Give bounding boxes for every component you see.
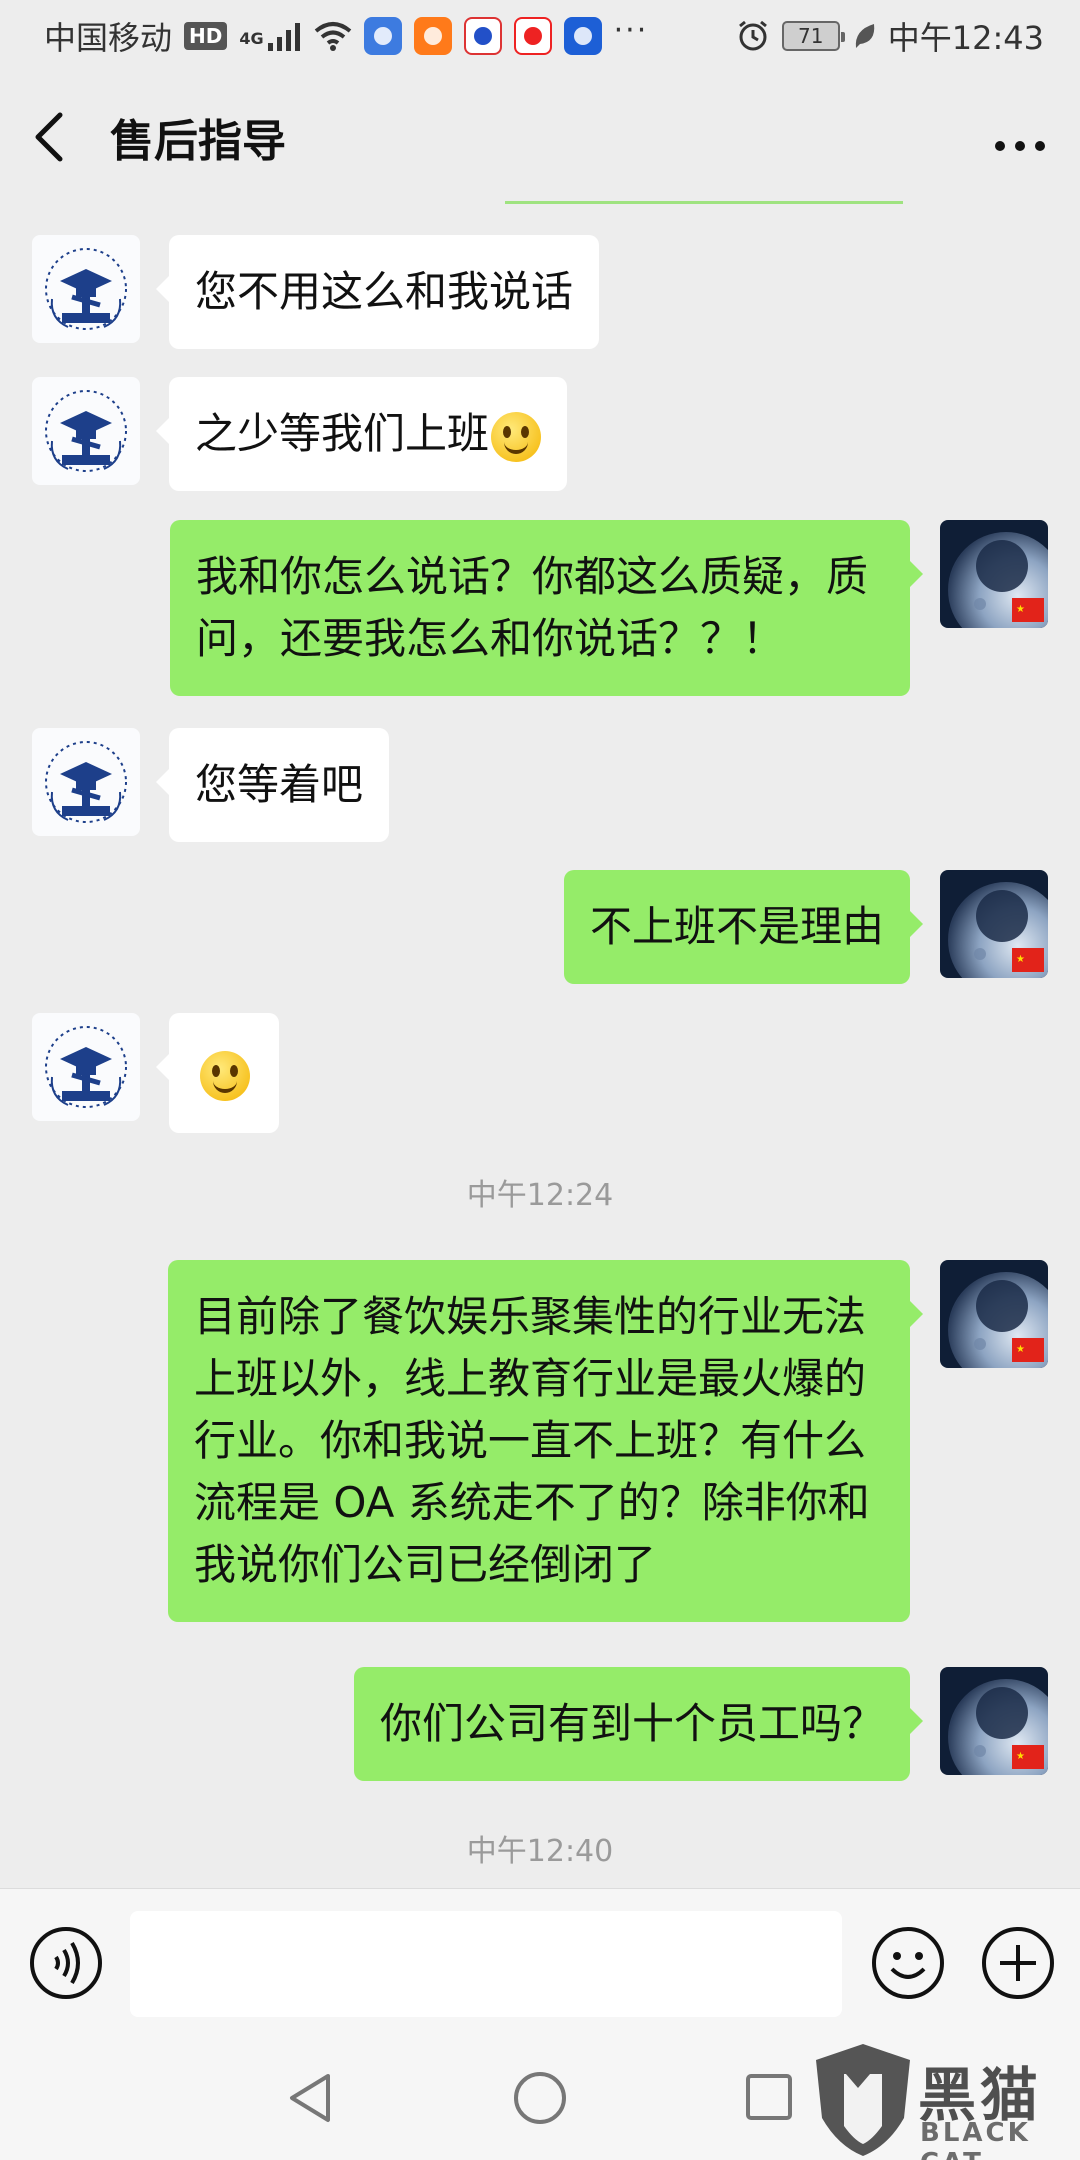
outgoing-message-bubble[interactable]: 我和你怎么说话？你都这么质疑，质问，还要我怎么和你说话？？！ (170, 520, 923, 696)
incoming-message-bubble[interactable] (156, 1013, 279, 1133)
baidu-notification-icon (463, 17, 502, 55)
message-text: 之少等我们上班 (195, 409, 490, 458)
merchant-avatar[interactable] (32, 728, 140, 836)
message-text: 您等着吧 (195, 760, 364, 809)
alarm-icon (738, 20, 767, 51)
watermark-en: BLACK CAT (920, 2118, 1031, 2160)
app-notification-icon-2 (413, 17, 452, 55)
battery-indicator: 71 (781, 21, 845, 51)
timestamp: 中午12:24 (466, 1178, 614, 1213)
app-notification-icon-1 (363, 17, 402, 55)
timestamp: 中午12:40 (466, 1834, 614, 1869)
message-text: 目前除了餐饮娱乐聚集性的行业无法上班以外，线上教育行业是最火爆的行业。你和我说一… (194, 1292, 870, 1589)
network-type: 4G (239, 29, 264, 48)
signal-icon (267, 23, 300, 51)
incoming-message-bubble[interactable]: 您等着吧 (155, 728, 390, 842)
message-row: 您不用这么和我说话 (0, 235, 1080, 349)
message-input[interactable] (130, 1911, 842, 2017)
hd-badge: HD (184, 22, 228, 50)
outgoing-message-bubble[interactable]: 你们公司有到十个员工吗？ (353, 1667, 924, 1781)
incoming-message-bubble[interactable]: 您不用这么和我说话 (155, 235, 600, 349)
merchant-avatar[interactable] (32, 377, 140, 485)
status-time: 中午12:43 (887, 19, 1044, 57)
outgoing-message-bubble[interactable]: 目前除了餐饮娱乐聚集性的行业无法上班以外，线上教育行业是最火爆的行业。你和我说一… (168, 1260, 923, 1622)
more-notifications-icon: ··· (613, 12, 649, 48)
smile-emoji-icon (491, 411, 542, 462)
autohome-notification-icon (563, 17, 602, 55)
input-bar (0, 1888, 1080, 2038)
message-row: 我和你怎么说话？你都这么质疑，质问，还要我怎么和你说话？？！ (0, 520, 1080, 700)
user-avatar[interactable] (940, 870, 1048, 978)
carrier-label: 中国移动 (44, 19, 173, 57)
blackcat-shield-logo (816, 2044, 910, 2156)
incoming-message-bubble[interactable]: 之少等我们上班 (155, 377, 568, 491)
back-arrow-icon[interactable] (34, 107, 74, 167)
nav-home-icon[interactable] (512, 2070, 568, 2130)
nav-recent-apps-icon[interactable] (744, 2072, 794, 2126)
more-options-icon[interactable] (994, 113, 1046, 162)
message-row: 您等着吧 (0, 728, 1080, 842)
leaf-icon (855, 24, 874, 48)
message-text: 您不用这么和我说话 (195, 267, 574, 316)
message-row: 之少等我们上班 (0, 377, 1080, 491)
message-text: 不上班不是理由 (589, 902, 884, 951)
chat-header: 售后指导 (0, 72, 1080, 202)
status-left: 中国移动 HD 4G ··· (44, 13, 648, 59)
voice-input-icon[interactable] (28, 1925, 104, 2005)
message-text: 我和你怎么说话？你都这么质疑，质问，还要我怎么和你说话？？！ (196, 552, 869, 663)
header-highlight-line (505, 201, 903, 204)
status-bar: 中国移动 HD 4G ··· 71 中午12:43 (0, 0, 1080, 72)
merchant-avatar[interactable] (32, 1013, 140, 1121)
message-row: 你们公司有到十个员工吗？ (0, 1667, 1080, 1781)
add-more-icon[interactable] (980, 1925, 1056, 2005)
user-avatar[interactable] (940, 1260, 1048, 1368)
user-avatar[interactable] (940, 1667, 1048, 1775)
user-avatar[interactable] (940, 520, 1048, 628)
outgoing-message-bubble[interactable]: 不上班不是理由 (563, 870, 924, 984)
chat-title: 售后指导 (110, 116, 286, 167)
chat-area[interactable]: 您不用这么和我说话 之少等我们上班 我和你怎么说话？你都这么质疑，质问，还要我怎… (0, 205, 1080, 1885)
status-right: 71 中午12:43 (736, 13, 1044, 59)
emoji-icon[interactable] (870, 1925, 946, 2005)
wifi-icon (314, 22, 351, 51)
message-text: 你们公司有到十个员工吗？ (379, 1699, 884, 1748)
smile-emoji-icon (200, 1050, 250, 1101)
blackcat-watermark: 黑猫 BLACK CAT (800, 2040, 1080, 2160)
merchant-avatar[interactable] (32, 235, 140, 343)
message-row: 目前除了餐饮娱乐聚集性的行业无法上班以外，线上教育行业是最火爆的行业。你和我说一… (0, 1260, 1080, 1640)
app-notification-icon-4 (513, 17, 552, 55)
message-row: 不上班不是理由 (0, 870, 1080, 984)
nav-back-icon[interactable] (284, 2070, 334, 2130)
message-row (0, 1013, 1080, 1133)
